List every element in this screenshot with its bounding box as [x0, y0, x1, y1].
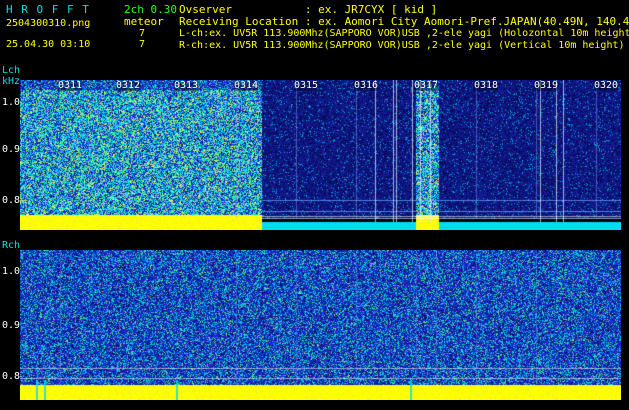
date-time: 25.04.30 03:10	[6, 39, 91, 50]
lch-spectrogram	[20, 80, 621, 230]
time-label-0313: 0313	[174, 80, 199, 91]
time-label-0319: 0319	[534, 80, 559, 91]
time-label-0318: 0318	[474, 80, 499, 91]
lch-label: Lch	[2, 65, 21, 76]
time-label-0312: 0312	[116, 80, 141, 91]
rch-spectrogram	[20, 250, 621, 400]
time-label-0317: 0317	[414, 80, 439, 91]
filename: 2504300310.png	[6, 18, 91, 29]
mode-label: 2ch 0.30	[124, 3, 177, 16]
app-title: H R O F F T	[6, 3, 90, 16]
location-line: Receiving Location : ex. Aomori City Aom…	[179, 15, 629, 28]
time-label-0316: 0316	[354, 80, 379, 91]
rch-info-line: R-ch:ex. UV5R 113.900Mhz(SAPPORO VOR)USB…	[179, 40, 625, 51]
time-label-0315: 0315	[294, 80, 319, 91]
time-label-0314: 0314	[234, 80, 259, 91]
category-label: meteor	[124, 15, 164, 28]
count-a: 7	[139, 28, 146, 39]
lch-freq-label-0-8: 0.8	[2, 195, 21, 206]
time-label-0311: 0311	[58, 80, 83, 91]
rch-freq-label-1-0: 1.0	[2, 266, 21, 277]
lch-info-line: L-ch:ex. UV5R 113.900Mhz(SAPPORO VOR)USB…	[179, 28, 629, 39]
lch-freq-label-1-0: 1.0	[2, 97, 21, 108]
rch-freq-label-0-8: 0.8	[2, 371, 21, 382]
rch-freq-label-0-9: 0.9	[2, 320, 21, 331]
lch-unit-label: kHz	[2, 76, 21, 87]
lch-freq-label-0-9: 0.9	[2, 144, 21, 155]
time-label-0320: 0320	[594, 80, 619, 91]
count-b: 7	[139, 39, 146, 50]
observer-line: Ovserver : ex. JR7CYX [ kid ]	[179, 3, 438, 16]
rch-label: Rch	[2, 240, 21, 251]
